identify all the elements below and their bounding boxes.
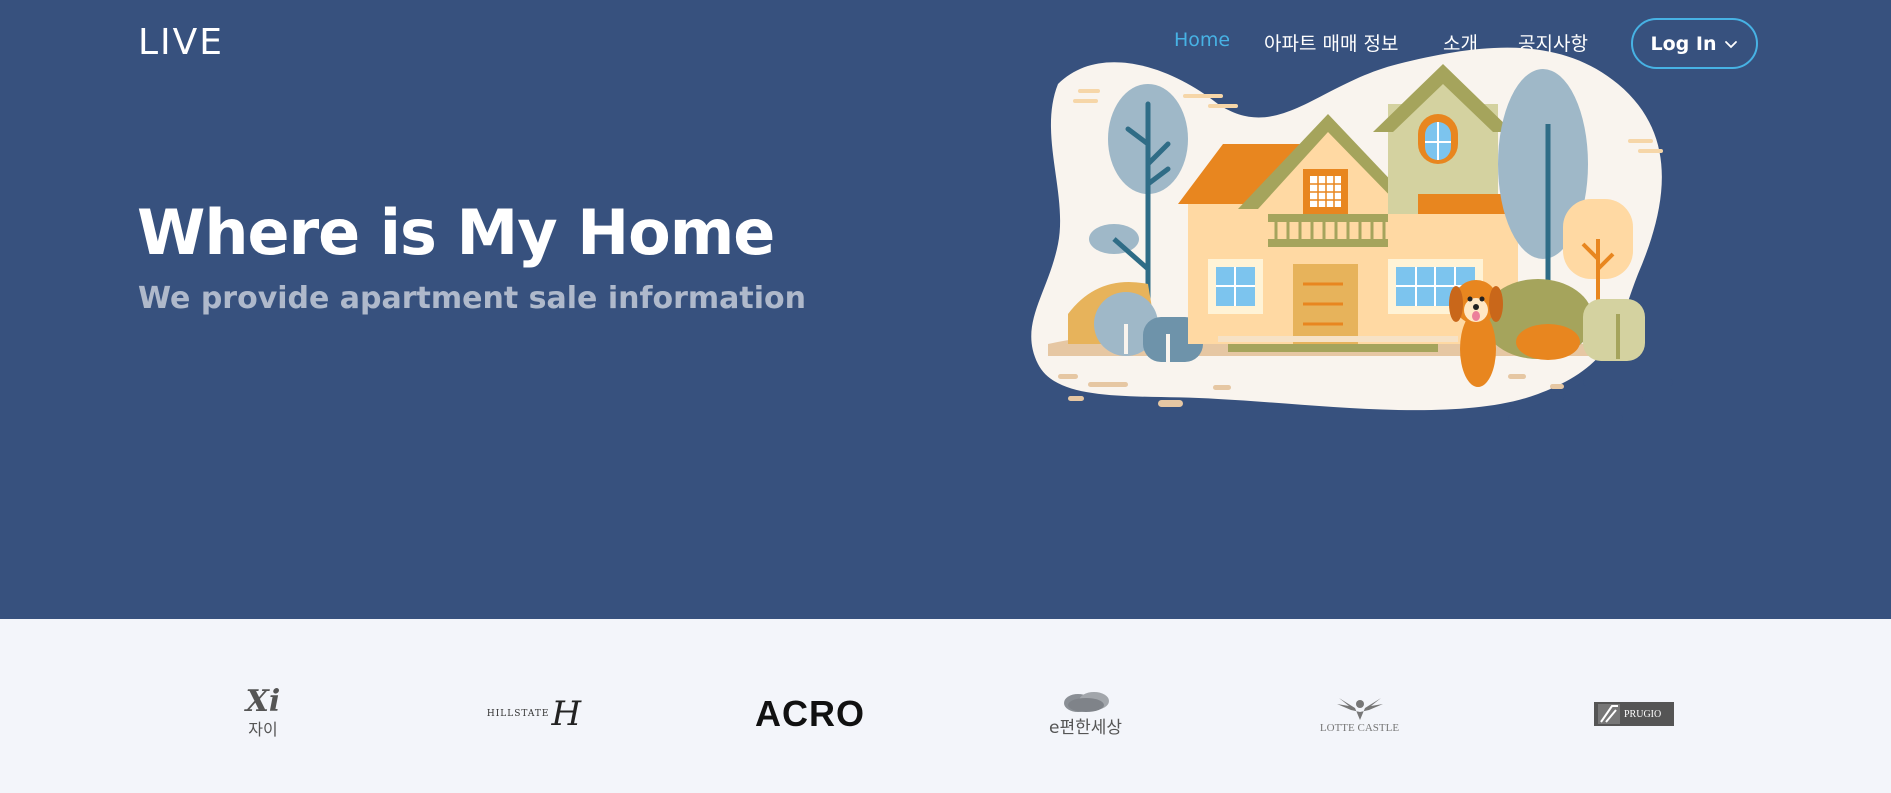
site-logo[interactable]: LIVE — [138, 22, 224, 63]
brand-lotte-castle-logo[interactable]: LOTTE CASTLE — [1312, 679, 1407, 749]
prugio-box: PRUGIO — [1594, 702, 1674, 726]
brand-hillstate-logo[interactable]: HILLSTATE H — [475, 679, 593, 749]
brand-prugio-logo[interactable]: PRUGIO — [1593, 679, 1675, 749]
acro-text: ACRO — [755, 693, 865, 734]
lotte-text: LOTTE CASTLE — [1319, 722, 1400, 734]
prugio-mark-icon — [1598, 704, 1620, 724]
house-illustration — [1031, 47, 1673, 422]
brand-logos-section: Xi 자이 HILLSTATE H ACRO e편한세상 LOTTE CASTL… — [0, 619, 1891, 793]
cloud-icon — [1063, 691, 1109, 712]
xi-mark: Xi — [245, 684, 281, 719]
brand-epyeonhan-logo[interactable]: e편한세상 — [1043, 679, 1128, 749]
hillstate-text: HILLSTATE — [486, 709, 550, 719]
xi-label: 자이 — [248, 720, 278, 739]
prugio-text: PRUGIO — [1624, 708, 1662, 720]
brand-xi-logo[interactable]: Xi 자이 — [228, 679, 298, 749]
eagle-icon — [1336, 698, 1383, 720]
epyeonhan-text: e편한세상 — [1048, 717, 1123, 738]
chevron-down-icon — [1725, 40, 1738, 48]
brand-acro-logo[interactable]: ACRO — [750, 679, 870, 749]
hillstate-mark: H — [551, 694, 582, 734]
hero-title: Where is My Home — [137, 196, 775, 269]
hero-section: LIVE Home 아파트 매매 정보 소개 공지사항 Log In Where… — [0, 0, 1891, 619]
hero-subtitle: We provide apartment sale information — [138, 281, 807, 316]
